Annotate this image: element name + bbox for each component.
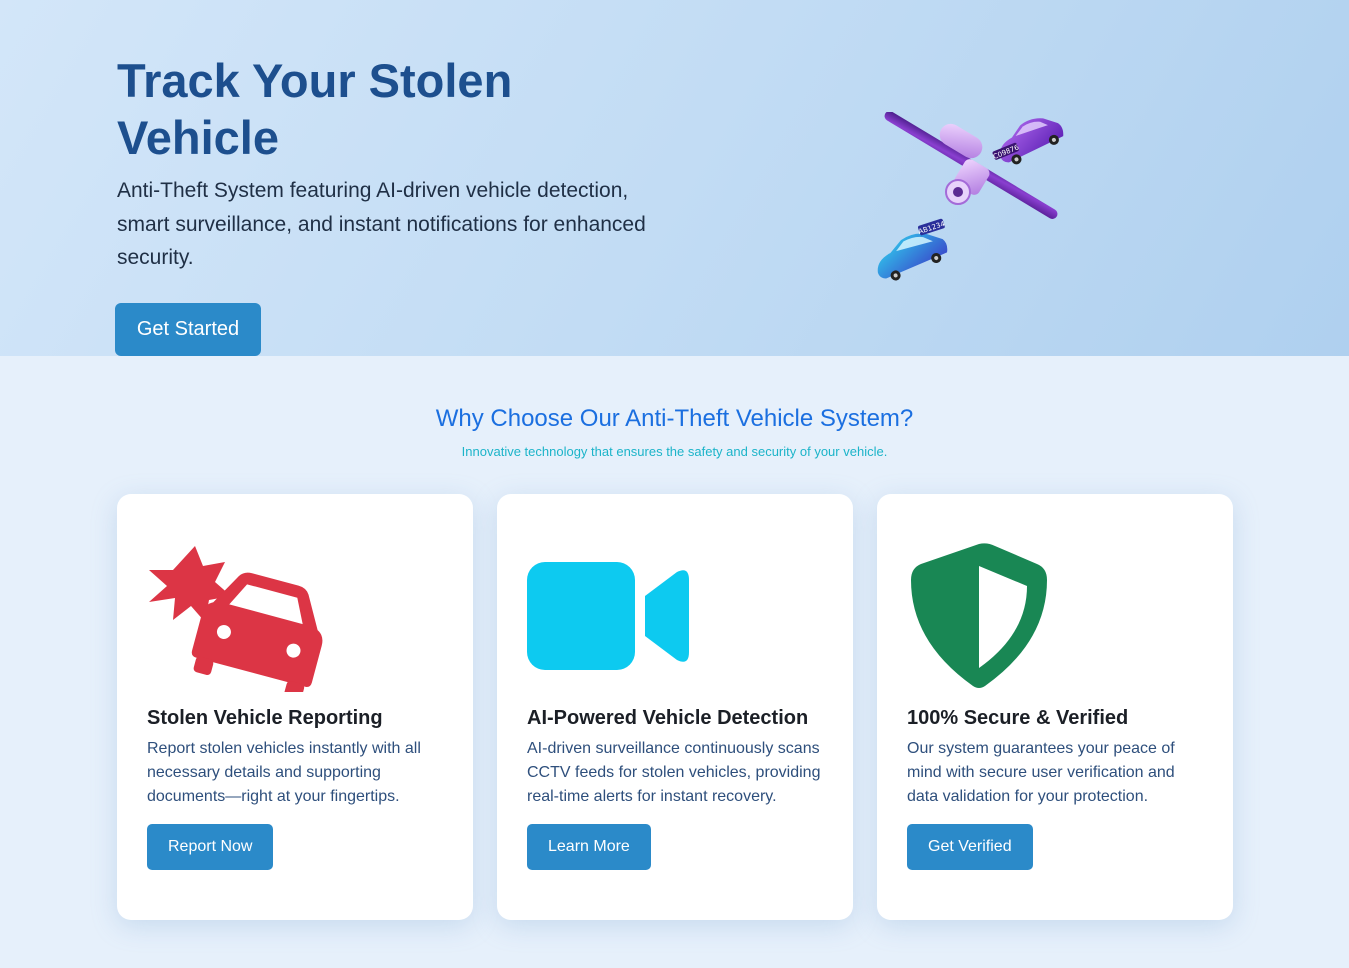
- feature-card-secure: 100% Secure & Verified Our system guaran…: [877, 494, 1233, 920]
- hero-description: Anti-Theft System featuring AI-driven ve…: [117, 179, 646, 269]
- card-title: Stolen Vehicle Reporting: [147, 707, 383, 729]
- card-text: Report stolen vehicles instantly with al…: [147, 740, 421, 805]
- report-now-button[interactable]: Report Now: [147, 824, 274, 870]
- feature-card-detection: AI-Powered Vehicle Detection AI-driven s…: [497, 494, 853, 920]
- get-verified-button[interactable]: Get Verified: [907, 824, 1033, 870]
- section-title: Why Choose Our Anti-Theft Vehicle System…: [435, 405, 914, 432]
- learn-more-button[interactable]: Learn More: [527, 824, 651, 870]
- get-started-button[interactable]: Get Started: [115, 303, 261, 356]
- card-text: AI-driven surveillance continuously scan…: [527, 740, 821, 805]
- video-camera-icon: [525, 542, 703, 692]
- surveillance-camera-with-cars-illustration: C09876 AB1234: [866, 111, 1072, 292]
- card-title: 100% Secure & Verified: [907, 707, 1129, 729]
- feature-card-reporting: Stolen Vehicle Reporting Report stolen v…: [117, 494, 473, 920]
- card-text: Our system guarantees your peace of mind…: [907, 740, 1175, 805]
- card-title: AI-Powered Vehicle Detection: [527, 707, 809, 729]
- hero-title: Track Your Stolen Vehicle: [117, 54, 513, 164]
- shield-half-icon: [905, 542, 1083, 692]
- hero-section: Track Your Stolen Vehicle Anti-Theft Sys…: [0, 0, 1349, 356]
- car-crash-icon: [145, 542, 323, 700]
- section-subtitle: Innovative technology that ensures the s…: [461, 444, 888, 459]
